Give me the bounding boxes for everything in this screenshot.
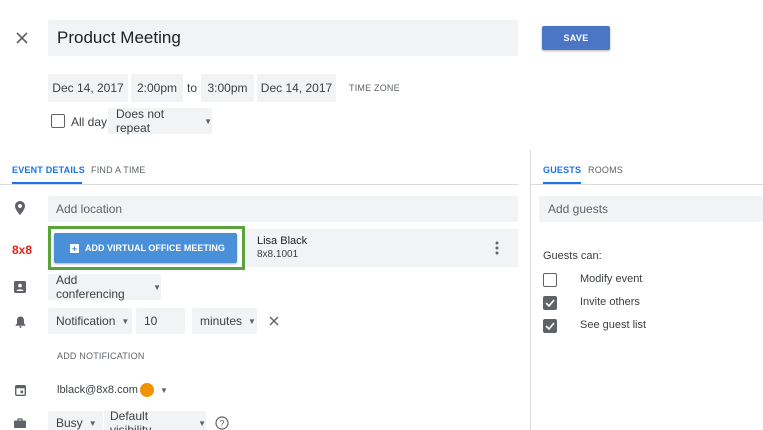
to-label: to bbox=[187, 81, 198, 95]
allday-checkbox[interactable] bbox=[51, 114, 65, 128]
event-title: Product Meeting bbox=[57, 28, 181, 47]
allday-label: All day bbox=[71, 115, 108, 129]
conferencing-value: Add conferencing bbox=[56, 273, 125, 301]
chevron-down-icon: ▼ bbox=[204, 116, 212, 126]
calendar-icon bbox=[12, 382, 28, 398]
tab-guests[interactable]: GUESTS bbox=[543, 165, 581, 175]
column-divider bbox=[530, 150, 531, 430]
permission-label: Invite others bbox=[580, 296, 640, 308]
repeat-select[interactable]: Does not repeat ▼ bbox=[108, 107, 212, 135]
chevron-down-icon: ▼ bbox=[153, 282, 161, 292]
user-name: Lisa Black bbox=[257, 235, 308, 247]
title-input[interactable]: Product Meeting bbox=[48, 20, 518, 56]
location-placeholder: Add location bbox=[56, 202, 123, 216]
timezone-button[interactable]: TIME ZONE bbox=[349, 83, 400, 93]
help-icon[interactable]: ? bbox=[214, 415, 230, 430]
bell-icon bbox=[12, 314, 28, 330]
notification-unit: minutes bbox=[200, 314, 243, 328]
more-vert-icon[interactable] bbox=[490, 238, 504, 258]
tabs-divider-right bbox=[531, 184, 763, 185]
chevron-down-icon: ▼ bbox=[121, 316, 130, 326]
tabs-divider bbox=[0, 184, 518, 185]
location-input[interactable]: Add location bbox=[48, 196, 518, 222]
chevron-down-icon: ▼ bbox=[198, 418, 206, 428]
start-time-field[interactable]: 2:00pm bbox=[131, 74, 183, 102]
end-date: Dec 14, 2017 bbox=[260, 81, 333, 95]
end-time-field[interactable]: 3:00pm bbox=[201, 74, 254, 102]
invite-others-checkbox[interactable] bbox=[543, 296, 557, 310]
add-virtual-meeting-label: ADD VIRTUAL OFFICE MEETING bbox=[85, 243, 225, 253]
add-virtual-meeting-button[interactable]: ADD VIRTUAL OFFICE MEETING bbox=[54, 233, 237, 263]
start-date: Dec 14, 2017 bbox=[52, 81, 124, 95]
calendar-color-swatch bbox=[140, 383, 154, 397]
calendar-email: lblack@8x8.com bbox=[57, 384, 138, 396]
notification-type-select[interactable]: Notification ▼ bbox=[48, 308, 132, 334]
calendar-plus-icon bbox=[70, 243, 79, 253]
add-notification-button[interactable]: ADD NOTIFICATION bbox=[57, 351, 145, 361]
repeat-value: Does not repeat bbox=[116, 107, 165, 135]
end-date-field[interactable]: Dec 14, 2017 bbox=[257, 74, 336, 102]
see-guest-list-checkbox[interactable] bbox=[543, 319, 557, 333]
tab-find-time[interactable]: FIND A TIME bbox=[91, 165, 146, 175]
user-ext: 8x8.1001 bbox=[257, 249, 299, 260]
notification-unit-select[interactable]: minutes ▼ bbox=[192, 308, 257, 334]
check-icon bbox=[545, 322, 555, 330]
busy-value: Busy bbox=[56, 416, 83, 430]
save-button[interactable]: SAVE bbox=[542, 26, 610, 50]
add-guests-placeholder: Add guests bbox=[548, 202, 609, 216]
permission-label: See guest list bbox=[580, 319, 647, 331]
notification-type: Notification bbox=[56, 314, 116, 328]
conferencing-icon bbox=[12, 279, 28, 295]
location-pin-icon bbox=[12, 199, 28, 217]
notification-amount: 10 bbox=[144, 314, 158, 328]
check-icon bbox=[545, 299, 555, 307]
8x8-logo: 8x8 bbox=[12, 243, 33, 257]
busy-select[interactable]: Busy ▼ bbox=[48, 411, 103, 430]
close-icon[interactable] bbox=[12, 28, 32, 48]
save-button-label: SAVE bbox=[563, 33, 589, 43]
briefcase-icon bbox=[12, 416, 28, 430]
start-time: 2:00pm bbox=[136, 81, 178, 95]
guests-can-label: Guests can: bbox=[543, 250, 602, 262]
start-date-field[interactable]: Dec 14, 2017 bbox=[48, 74, 128, 102]
remove-notification-icon[interactable] bbox=[267, 314, 281, 328]
chevron-down-icon: ▼ bbox=[248, 316, 256, 326]
tab-rooms[interactable]: ROOMS bbox=[588, 165, 623, 175]
add-guests-input[interactable]: Add guests bbox=[539, 196, 763, 222]
tab-event-details[interactable]: EVENT DETAILS bbox=[12, 165, 85, 175]
notification-amount-input[interactable]: 10 bbox=[136, 308, 185, 334]
calendar-color-select[interactable]: ▼ bbox=[134, 378, 178, 402]
permission-label: Modify event bbox=[580, 273, 643, 285]
end-time: 3:00pm bbox=[207, 81, 248, 95]
svg-text:?: ? bbox=[219, 418, 224, 428]
modify-event-checkbox[interactable] bbox=[543, 273, 557, 287]
chevron-down-icon: ▼ bbox=[160, 385, 168, 395]
visibility-value: Default visibility bbox=[110, 409, 152, 430]
chevron-down-icon: ▼ bbox=[88, 418, 97, 428]
visibility-select[interactable]: Default visibility ▼ bbox=[104, 409, 206, 430]
conferencing-select[interactable]: Add conferencing ▼ bbox=[48, 273, 161, 301]
